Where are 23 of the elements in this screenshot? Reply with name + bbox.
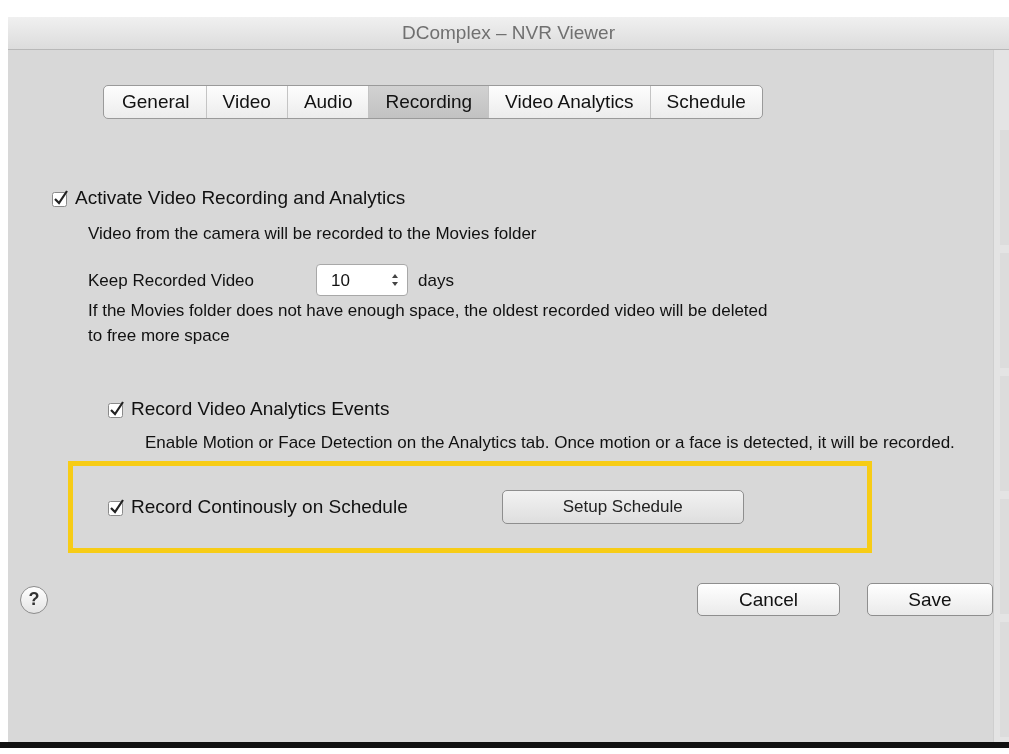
window-title: DComplex – NVR Viewer — [402, 22, 615, 44]
tab[interactable]: Schedule — [649, 86, 762, 118]
days-stepper-field[interactable]: 10 — [316, 264, 409, 296]
field-label: Keep Recorded Video — [88, 269, 255, 292]
help-button[interactable]: ? — [20, 585, 48, 614]
checkbox-label: Activate Video Recording and Analytics — [75, 187, 406, 209]
checkbox-label: Record Continously on Schedule — [131, 496, 408, 518]
tab[interactable]: Video — [205, 86, 287, 118]
unit-label: days — [418, 269, 454, 292]
stepper-arrows-icon[interactable] — [391, 273, 400, 287]
note-text: If the Movies folder does not have enough space, the oldest recorded video will be deleted to free more space — [88, 300, 768, 347]
tab[interactable]: General — [104, 86, 206, 118]
save-button[interactable]: Save — [867, 583, 993, 616]
checkbox[interactable] — [108, 498, 125, 516]
tab[interactable]: Recording — [368, 86, 489, 118]
cancel-button[interactable]: Cancel — [697, 583, 840, 616]
description-text: Video from the camera will be recorded to the Movies folder — [88, 223, 538, 245]
description-text: Enable Motion or Face Detection on the Analytics tab. Once motion or a face is detected, it will be recorded. — [145, 432, 956, 454]
checkbox-label: Record Video Analytics Events — [131, 398, 390, 420]
setup-schedule-button[interactable]: Setup Schedule — [501, 490, 744, 524]
tab[interactable]: Video Analytics — [488, 86, 650, 118]
checkbox[interactable] — [52, 189, 69, 207]
checkbox[interactable] — [108, 400, 125, 418]
